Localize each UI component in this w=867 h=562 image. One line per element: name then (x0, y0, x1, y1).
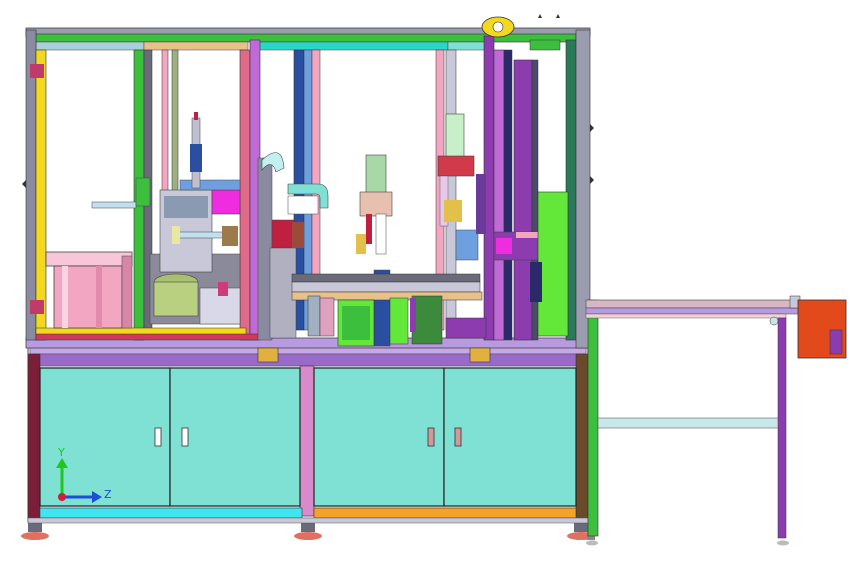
y-axis-label: Y (57, 446, 65, 459)
machine-cad-drawing: Y Z (21, 14, 847, 546)
bowl-feeder (45, 251, 133, 329)
corner-bracket (30, 64, 44, 78)
cabinet-door-1[interactable] (39, 367, 171, 507)
cabinet-door-3[interactable] (313, 367, 445, 507)
door-handle-3[interactable] (427, 427, 435, 447)
triad-origin (58, 493, 66, 501)
cabinet-door-2[interactable] (169, 367, 301, 507)
door-handle-1[interactable] (154, 427, 162, 447)
cabinet-door-4[interactable] (443, 367, 577, 507)
z-axis-label: Z (104, 488, 112, 501)
door-handle-2[interactable] (181, 427, 189, 447)
door-handle-4[interactable] (454, 427, 462, 447)
leveling-feet (21, 522, 789, 546)
outfeed-conveyor (585, 295, 801, 539)
reject-box (797, 299, 847, 359)
